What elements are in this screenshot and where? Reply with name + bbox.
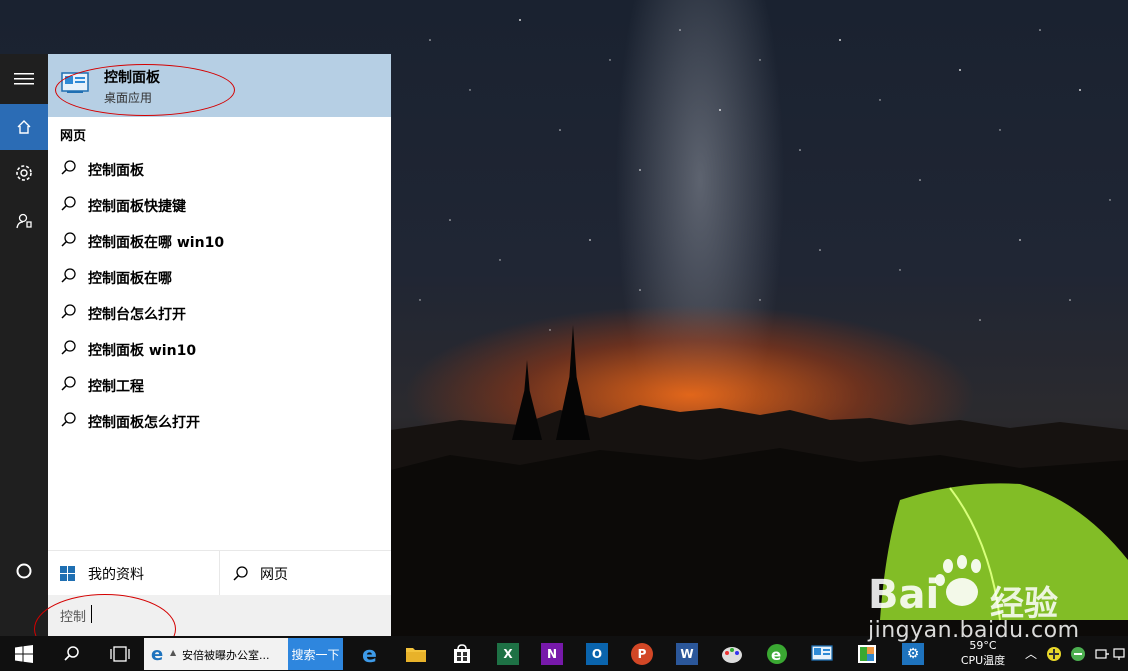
search-icon: [61, 268, 76, 283]
onenote-button[interactable]: N: [532, 636, 572, 671]
search-icon: [61, 340, 76, 355]
suggestion-text: 控制面板: [88, 163, 144, 179]
tray-plus-icon: [1047, 646, 1061, 661]
suggestion-text: 控制面板 win10: [88, 343, 197, 359]
suggestion-item[interactable]: 控制面板快捷键: [48, 186, 391, 222]
suggestion-item[interactable]: 控制面板 win10: [48, 330, 391, 366]
search-icon: [233, 566, 248, 581]
cortana-circle-icon: [16, 563, 32, 579]
my-stuff-button[interactable]: 我的资料: [48, 551, 220, 596]
powerpoint-icon: P: [631, 642, 653, 665]
excel-button[interactable]: X: [488, 636, 528, 671]
suggestion-item[interactable]: 控制工程: [48, 366, 391, 402]
network-icon: [1113, 647, 1125, 660]
browser-button[interactable]: e: [757, 636, 797, 671]
cortana-button[interactable]: [0, 548, 48, 594]
start-left-rail: [0, 54, 48, 636]
edge-icon: e: [362, 643, 377, 665]
settings-button[interactable]: [0, 150, 48, 196]
suggestion-text: 控制工程: [88, 379, 144, 395]
taskbar-search-button[interactable]: [52, 636, 92, 671]
outlook-icon: O: [586, 642, 608, 665]
red-annotation-circle: [55, 64, 235, 116]
tray-network-button[interactable]: [1112, 636, 1128, 671]
suggestion-text: 控制面板快捷键: [88, 199, 186, 215]
store-button[interactable]: [442, 636, 482, 671]
control-panel-button[interactable]: [802, 636, 842, 671]
suggestion-item[interactable]: 控制面板怎么打开: [48, 402, 391, 438]
search-icon: [61, 196, 76, 211]
search-icon: [64, 645, 79, 661]
edge-button[interactable]: e: [352, 636, 392, 671]
hamburger-icon: [14, 73, 34, 85]
home-icon: [17, 120, 31, 134]
home-button[interactable]: [0, 104, 48, 150]
svg-text:Bai: Bai: [868, 572, 939, 618]
task-view-icon: [110, 645, 130, 662]
colorful-app-icon: [858, 644, 876, 663]
my-stuff-label: 我的资料: [88, 567, 144, 583]
svg-text:e: e: [362, 643, 377, 665]
gear-icon: [16, 165, 32, 181]
web-label: 网页: [260, 567, 288, 583]
suggestion-text: 控制面板在哪 win10: [88, 235, 225, 251]
store-bag-icon: [454, 643, 470, 663]
suggestion-item[interactable]: 控制面板: [48, 150, 391, 186]
hamburger-menu-button[interactable]: [0, 56, 48, 102]
suggestion-text: 控制台怎么打开: [88, 307, 186, 323]
gear-icon: ⚙: [902, 642, 924, 665]
search-icon: [61, 376, 76, 391]
svg-text:e: e: [151, 645, 163, 663]
folder-icon: [406, 647, 426, 662]
start-button[interactable]: [0, 636, 48, 671]
temperature-label: CPU温度: [960, 654, 1006, 667]
ie-icon: e: [151, 645, 163, 663]
feedback-button[interactable]: [0, 198, 48, 244]
search-scope-bar: 我的资料 网页: [48, 550, 391, 596]
tray-shield-icon: [1071, 646, 1085, 661]
suggestion-text: 控制面板在哪: [88, 271, 172, 287]
search-icon: [61, 160, 76, 175]
outlook-button[interactable]: O: [577, 636, 617, 671]
search-icon: [61, 232, 76, 247]
svg-text:e: e: [771, 646, 781, 664]
onenote-icon: N: [541, 642, 563, 665]
search-icon: [61, 412, 76, 427]
ie-window-title: 安倍被曝办公室...: [182, 649, 270, 662]
web-section-header: 网页: [60, 129, 87, 144]
word-button[interactable]: W: [667, 636, 707, 671]
search-once-button[interactable]: 搜索一下: [288, 638, 343, 670]
green-browser-icon: e: [767, 643, 787, 664]
small-arrow-icon: ▲: [170, 648, 177, 657]
suggestion-item[interactable]: 控制面板在哪 win10: [48, 222, 391, 258]
power-plug-icon: [1095, 648, 1109, 659]
baidu-watermark-logo: Bai: [868, 555, 981, 618]
tray-power-button[interactable]: [1092, 636, 1112, 671]
search-results-panel: 控制面板 桌面应用 网页 控制面板 控制面板快捷键 控制面板在哪 win10 控…: [48, 54, 391, 636]
windows-logo-icon: [60, 566, 75, 581]
windows-logo-icon: [15, 644, 33, 663]
suggestion-item[interactable]: 控制台怎么打开: [48, 294, 391, 330]
file-explorer-button[interactable]: [396, 636, 436, 671]
excel-icon: X: [497, 642, 519, 665]
control-panel-icon: [811, 644, 833, 661]
task-view-button[interactable]: [100, 636, 140, 671]
powerpoint-button[interactable]: P: [622, 636, 662, 671]
suggestion-text: 控制面板怎么打开: [88, 415, 200, 431]
paint-palette-icon: [722, 646, 742, 663]
watermark-url: jingyan.baidu.com: [868, 618, 1080, 643]
feedback-icon: [16, 213, 32, 229]
paint-button[interactable]: [712, 636, 752, 671]
ie-window-button[interactable]: e ▲ 安倍被曝办公室...: [144, 638, 288, 670]
web-button[interactable]: 网页: [220, 551, 391, 596]
chevron-up-icon: ︿: [1024, 647, 1037, 661]
search-icon: [61, 304, 76, 319]
suggestion-item[interactable]: 控制面板在哪: [48, 258, 391, 294]
word-icon: W: [676, 642, 698, 665]
